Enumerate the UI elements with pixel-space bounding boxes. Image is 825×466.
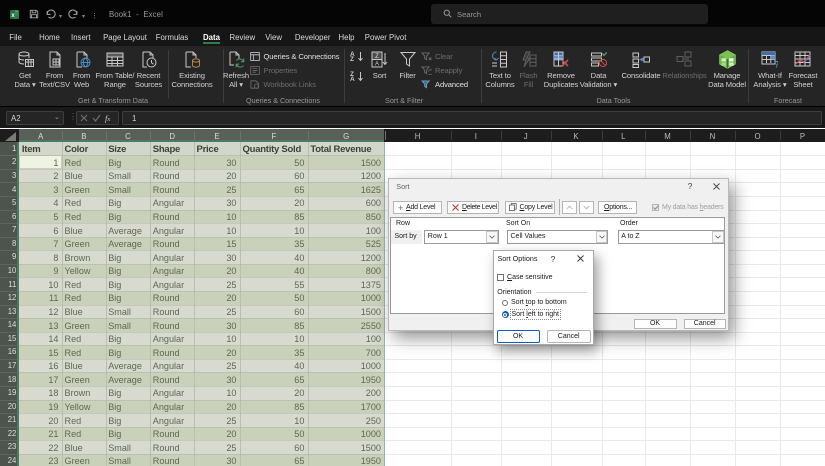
- svg-text:Z: Z: [375, 54, 379, 60]
- svg-text:?: ?: [774, 60, 778, 69]
- svg-text:A: A: [375, 62, 379, 68]
